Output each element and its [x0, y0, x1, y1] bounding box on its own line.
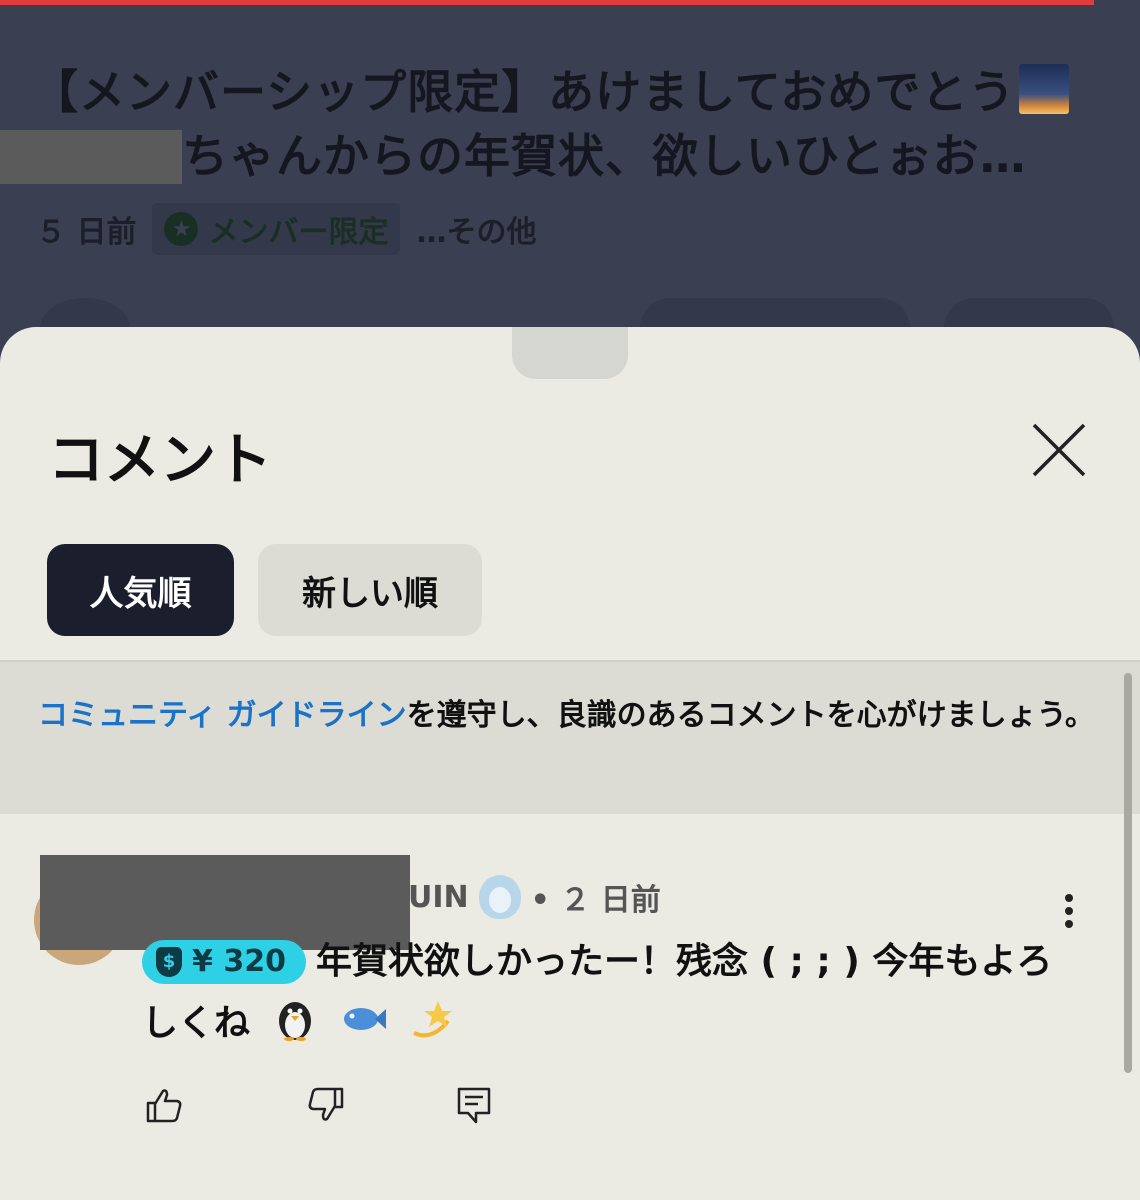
sheet-drag-handle[interactable] [512, 327, 628, 379]
more-link[interactable]: …その他 [416, 207, 536, 251]
vertical-dots-icon [1065, 894, 1073, 928]
super-thanks-icon: $ [156, 947, 182, 977]
video-title-line2: ちゃんからの年賀状、欲しいひとぉお… [182, 129, 1027, 183]
comment-body: $ ¥ 320 年賀状欲しかったー！残念 ( ; ; ) 今年もよろしくね [142, 931, 1072, 1055]
penguin-badge-icon [478, 875, 521, 919]
dislike-icon [308, 1087, 344, 1121]
close-button[interactable] [1028, 419, 1090, 481]
sheet-title: コメント [48, 428, 272, 493]
sort-chip-newest[interactable]: 新しい順 [258, 544, 482, 636]
fish-emoji-icon [344, 1008, 387, 1030]
scrollbar[interactable] [1124, 673, 1132, 1073]
close-icon [1032, 423, 1086, 477]
reply-icon [457, 1087, 491, 1124]
star-icon: ★ [164, 212, 199, 246]
video-age: ５ 日前 [36, 215, 137, 250]
dizzy-emoji-icon [412, 1001, 452, 1038]
guideline-body: を遵守し、良識のあるコメントを心がけましょう。 [406, 698, 1095, 733]
comment-time: • ２ 日前 [530, 883, 661, 918]
comment-author[interactable]: UIN [408, 880, 469, 915]
comment-more-button[interactable] [1054, 889, 1084, 933]
member-only-badge: ★ メンバー限定 [152, 203, 401, 255]
video-progress-bar[interactable] [0, 0, 1140, 5]
super-thanks-amount: ¥ 320 [192, 944, 286, 979]
guideline-link[interactable]: コミュニティ ガイドライン [38, 698, 407, 733]
comments-sheet: コメント 人気順 新しい順 コミュニティ ガイドラインを遵守し、良識のあるコメン… [0, 327, 1140, 1200]
guideline-notice: コミュニティ ガイドラインを遵守し、良識のあるコメントを心がけましょう。 [0, 662, 1140, 814]
member-badge-label: メンバー限定 [208, 215, 389, 250]
reply-button[interactable] [454, 1085, 498, 1129]
sunrise-emoji-icon [1019, 64, 1070, 114]
guideline-text: コミュニティ ガイドラインを遵守し、良識のあるコメントを心がけましょう。 [38, 694, 1098, 738]
sort-chip-popular[interactable]: 人気順 [47, 544, 234, 636]
penguin-emoji-icon [278, 1002, 311, 1041]
like-icon [146, 1089, 182, 1123]
redacted-name-block [0, 130, 182, 184]
video-title-line1: 【メンバーシップ限定】あけましておめでとう [32, 65, 1016, 119]
video-title: 【メンバーシップ限定】あけましておめでとう ちゃんからの年賀状、欲しいひとぉお… [32, 60, 1092, 188]
video-progress-fill [0, 0, 1095, 5]
dislike-button[interactable] [306, 1085, 350, 1129]
like-button[interactable] [144, 1085, 188, 1129]
video-meta-row: ５ 日前 ★ メンバー限定 …その他 [36, 203, 536, 255]
super-thanks-chip: $ ¥ 320 [142, 940, 306, 984]
comment-header: UIN • ２ 日前 [408, 875, 661, 919]
